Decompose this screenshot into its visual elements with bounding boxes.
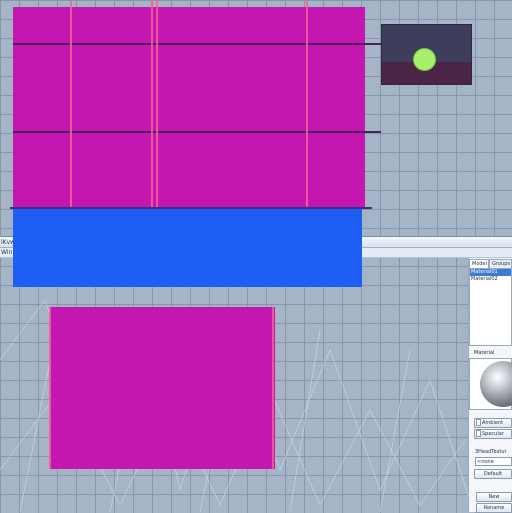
- panel-tabs: Model Groups: [469, 259, 512, 270]
- divider-line: [13, 43, 381, 45]
- default-button[interactable]: Default: [474, 469, 512, 479]
- list-item[interactable]: Material01: [470, 269, 511, 276]
- material-list[interactable]: Material01 Material02: [469, 268, 512, 346]
- ambient-label: Ambient: [482, 420, 504, 426]
- ambient-button[interactable]: Ambient: [474, 418, 512, 428]
- pink-streak: [49, 307, 51, 469]
- specular-label: Specular: [482, 431, 504, 437]
- list-item[interactable]: Material02: [470, 276, 511, 283]
- pink-streak: [156, 0, 158, 207]
- magenta-texture-block-top: [13, 7, 365, 207]
- pink-streak: [70, 0, 72, 207]
- texture-label: 3HeadTextur: [475, 449, 507, 455]
- new-button[interactable]: New: [476, 492, 512, 502]
- blue-texture-band: [13, 207, 362, 287]
- menu-item-window[interactable]: Win: [1, 249, 12, 256]
- pink-streak: [306, 0, 308, 207]
- texture-select[interactable]: <none: [475, 457, 512, 466]
- specular-button[interactable]: Specular: [474, 429, 512, 439]
- ambient-swatch: [476, 419, 481, 426]
- pink-streak: [272, 307, 274, 469]
- specular-swatch: [476, 430, 481, 437]
- divider-line: [13, 131, 381, 133]
- magenta-texture-block-bottom: [50, 307, 275, 469]
- divider-line: [10, 207, 372, 209]
- green-circle-marker: [413, 48, 436, 71]
- pink-streak: [151, 0, 153, 207]
- material-preview-label: Material: [474, 350, 495, 356]
